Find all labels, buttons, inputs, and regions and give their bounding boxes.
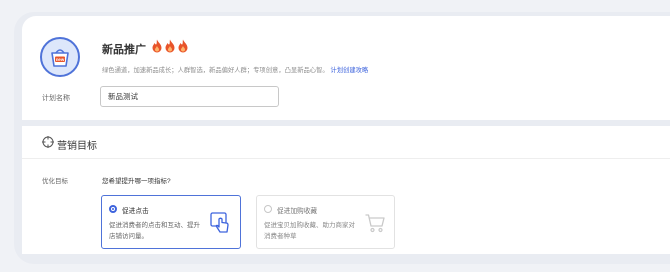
option-description: 促进消费者的点击和互动、提升店铺访问量。 — [109, 222, 200, 240]
guide-link[interactable]: 计划创建攻略 — [330, 67, 368, 74]
option-promote-cart-favorite[interactable]: 促进加购收藏 促进宝贝加购收藏、助力商家对消费者种草 — [256, 195, 395, 249]
radio-button-selected[interactable] — [109, 205, 117, 213]
target-icon — [42, 136, 54, 148]
radio-button[interactable] — [264, 205, 272, 213]
option-title: 促进加购收藏 — [277, 208, 318, 215]
section-divider — [22, 158, 670, 159]
new-product-icon: new — [40, 37, 80, 77]
optimize-label: 优化目标 — [42, 178, 68, 185]
plan-title: 新品推广 — [102, 44, 146, 56]
hand-click-icon — [210, 212, 229, 233]
shopping-cart-icon — [365, 214, 385, 233]
plan-description: 绿色通道，加速新品成长；人群智选，新品偏好人群；专项创意，凸显新品心智。 计划创… — [102, 65, 368, 74]
section-title: 营销目标 — [57, 141, 97, 152]
flame-icon — [152, 39, 162, 53]
flame-icon — [178, 39, 188, 53]
hot-rating — [151, 39, 189, 53]
new-badge-text: new — [56, 57, 65, 62]
plan-name-label: 计划名称 — [42, 95, 70, 102]
plan-name-input[interactable] — [100, 86, 279, 107]
option-description: 促进宝贝加购收藏、助力商家对消费者种草 — [264, 222, 355, 240]
option-promote-click[interactable]: 促进点击 促进消费者的点击和互动、提升店铺访问量。 — [101, 195, 241, 249]
optimize-question: 您希望提升哪一项指标? — [102, 178, 171, 185]
plan-description-text: 绿色通道，加速新品成长；人群智选，新品偏好人群；专项创意，凸显新品心智。 — [102, 67, 329, 74]
option-title: 促进点击 — [122, 208, 149, 215]
flame-icon — [165, 39, 175, 53]
